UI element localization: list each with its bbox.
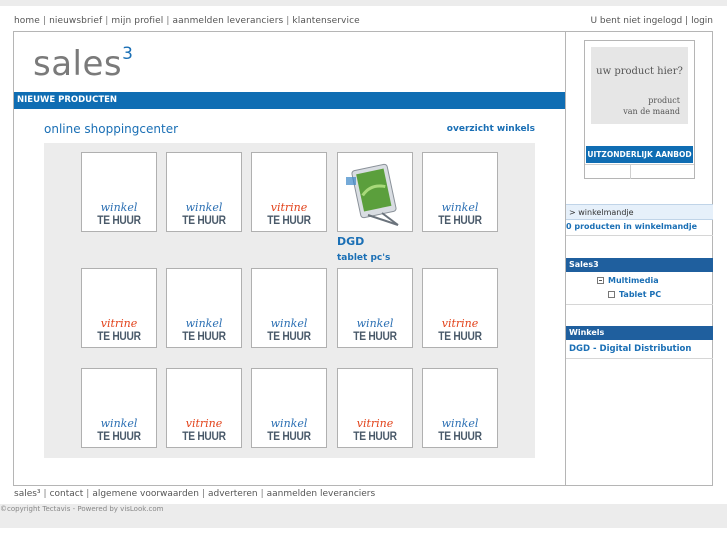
winkel-te-huur-tile[interactable]: winkel TE HUUR — [422, 152, 498, 232]
tile-te-huur-label: TE HUUR — [438, 213, 482, 227]
cart-link[interactable]: > winkelmandje — [566, 204, 713, 220]
footer-register-suppliers[interactable]: aanmelden leveranciers — [267, 489, 376, 499]
winkel-te-huur-tile[interactable]: winkel TE HUUR — [337, 268, 413, 348]
tile-te-huur-label: TE HUUR — [438, 429, 482, 443]
winkel-te-huur-tile[interactable]: winkel TE HUUR — [422, 368, 498, 448]
copyright-text: ©copyright Tectavis - Powered by visLook… — [0, 505, 164, 513]
nav-my-profile[interactable]: mijn profiel — [111, 16, 163, 26]
tree-label-multimedia: Multimedia — [608, 276, 659, 285]
tile-te-huur-label: TE HUUR — [182, 429, 226, 443]
sales3-block-header: Sales3 — [566, 258, 713, 272]
winkel-te-huur-tile[interactable]: winkel TE HUUR — [251, 368, 327, 448]
tile-te-huur-label: TE HUUR — [353, 329, 397, 343]
overview-shops-link[interactable]: overzicht winkels — [447, 124, 535, 134]
site-logo[interactable]: sales3 — [33, 44, 133, 84]
cart-divider — [566, 235, 713, 236]
footer-separator: | — [86, 489, 90, 499]
leaf-icon — [608, 291, 615, 298]
tree-item-tablet-pc[interactable]: Tablet PC — [608, 290, 661, 299]
ad-footer — [585, 164, 694, 179]
vitrine-te-huur-tile[interactable]: vitrine TE HUUR — [422, 268, 498, 348]
winkel-te-huur-tile[interactable]: winkel TE HUUR — [81, 368, 157, 448]
cart-count: 0 producten in winkelmandje — [566, 222, 698, 231]
section-title: online shoppingcenter — [44, 122, 179, 136]
tile-te-huur-label: TE HUUR — [97, 329, 141, 343]
tablet-pc-image — [346, 163, 399, 226]
product-tile-dgd[interactable] — [337, 152, 413, 232]
nav-separator: | — [42, 16, 47, 26]
vitrine-te-huur-tile[interactable]: vitrine TE HUUR — [251, 152, 327, 232]
exceptional-offer-button[interactable]: UITZONDERLIJK AANBOD — [586, 146, 693, 163]
top-band — [0, 0, 727, 6]
footer-separator: | — [201, 489, 205, 499]
tile-te-huur-label: TE HUUR — [182, 329, 226, 343]
login-link[interactable]: login — [691, 16, 713, 26]
product-of-month-box[interactable]: uw product hier? product van de maand UI… — [584, 40, 695, 179]
nav-home[interactable]: home — [14, 16, 40, 26]
sales3-divider — [566, 304, 713, 305]
tile-te-huur-label: TE HUUR — [267, 329, 311, 343]
tile-te-huur-label: TE HUUR — [438, 329, 482, 343]
ad-placeholder: uw product hier? product van de maand — [591, 47, 688, 124]
ad-subline-1: product — [648, 96, 680, 105]
collapse-icon[interactable] — [597, 277, 604, 284]
ad-headline: uw product hier? — [596, 66, 683, 77]
nav-register-suppliers[interactable]: aanmelden leveranciers — [173, 16, 284, 26]
nav-separator: | — [105, 16, 109, 26]
footer-advertise[interactable]: adverteren — [208, 489, 258, 499]
winkel-te-huur-tile[interactable]: winkel TE HUUR — [251, 268, 327, 348]
vitrine-te-huur-tile[interactable]: vitrine TE HUUR — [337, 368, 413, 448]
footer-terms[interactable]: algemene voorwaarden — [92, 489, 199, 499]
product-name-link[interactable]: DGD — [337, 235, 364, 248]
ad-footer-divider — [630, 165, 631, 179]
tree-label-tablet-pc: Tablet PC — [619, 290, 662, 299]
copyright-band: ©copyright Tectavis - Powered by visLook… — [0, 504, 727, 528]
nav-newsletter[interactable]: nieuwsbrief — [49, 16, 102, 26]
winkels-block-header: Winkels — [566, 326, 713, 340]
vitrine-te-huur-tile[interactable]: vitrine TE HUUR — [166, 368, 242, 448]
nav-customer-service[interactable]: klantenservice — [292, 16, 359, 26]
nav-separator: | — [166, 16, 170, 26]
winkel-te-huur-tile[interactable]: winkel TE HUUR — [166, 152, 242, 232]
login-separator: | — [685, 16, 689, 26]
logo-superscript: 3 — [122, 43, 134, 64]
footer-sales3[interactable]: sales³ — [14, 489, 41, 499]
new-products-bar: NIEUWE PRODUCTEN — [14, 92, 565, 109]
tile-te-huur-label: TE HUUR — [182, 213, 226, 227]
tile-te-huur-label: TE HUUR — [267, 429, 311, 443]
ad-subline-2: van de maand — [623, 107, 680, 116]
footer-separator: | — [43, 489, 47, 499]
login-status: U bent niet ingelogd | login — [590, 16, 713, 26]
tile-te-huur-label: TE HUUR — [97, 429, 141, 443]
winkel-te-huur-tile[interactable]: winkel TE HUUR — [81, 152, 157, 232]
tree-item-multimedia[interactable]: Multimedia — [597, 276, 659, 285]
tile-te-huur-label: TE HUUR — [97, 213, 141, 227]
logo-text: sales — [33, 44, 123, 84]
footer-separator: | — [260, 489, 264, 499]
tile-te-huur-label: TE HUUR — [267, 213, 311, 227]
winkel-te-huur-tile[interactable]: winkel TE HUUR — [166, 268, 242, 348]
footer-navigation: sales³ | contact | algemene voorwaarden | adve… — [14, 489, 375, 499]
footer-contact[interactable]: contact — [50, 489, 84, 499]
top-navigation: home | nieuwsbrief | mijn profiel | aanmelden … — [14, 16, 360, 26]
product-category-link[interactable]: tablet pc's — [337, 253, 390, 263]
nav-separator: | — [286, 16, 290, 26]
vitrine-te-huur-tile[interactable]: vitrine TE HUUR — [81, 268, 157, 348]
winkels-divider — [566, 358, 713, 359]
tile-te-huur-label: TE HUUR — [353, 429, 397, 443]
login-status-text: U bent niet ingelogd — [590, 16, 683, 26]
shop-link-dgd[interactable]: DGD - Digital Distribution — [569, 344, 691, 354]
